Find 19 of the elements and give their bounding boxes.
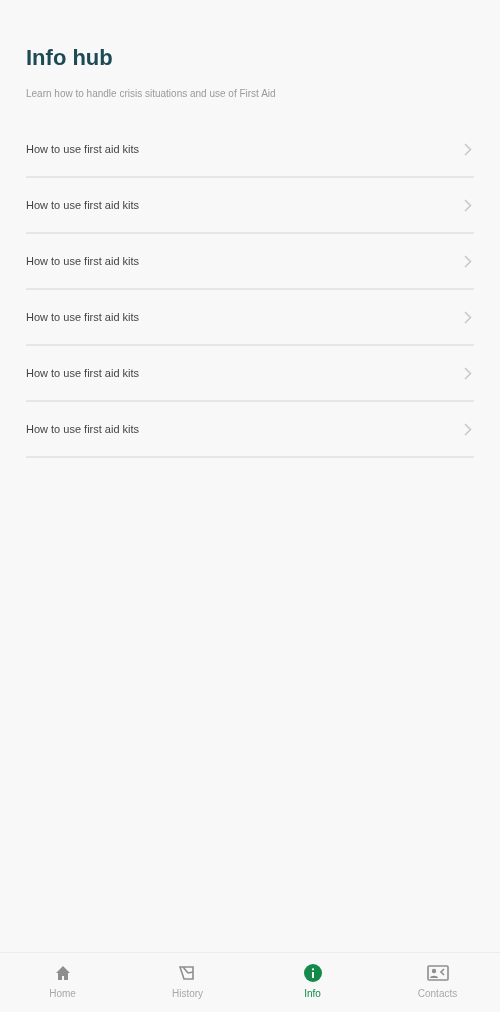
page-title: Info hub (26, 44, 114, 72)
list-item[interactable]: How to use first aid kits (26, 234, 474, 290)
nav-tab[interactable]: Info (250, 953, 375, 1012)
chevron-right-icon (464, 366, 472, 380)
list-item[interactable]: How to use first aid kits (26, 122, 474, 178)
list-item[interactable]: How to use first aid kits (26, 402, 474, 458)
ticket-icon (178, 965, 197, 981)
home-icon (54, 965, 71, 981)
page-subtitle: Learn how to handle crisis situations and use of First Aid (26, 87, 277, 101)
list-item[interactable]: How to use first aid kits (26, 178, 474, 234)
chevron-right-icon (464, 142, 472, 156)
chevron-right-icon (464, 310, 472, 324)
contact-card-icon (426, 965, 449, 981)
info-icon (303, 964, 322, 982)
list-item[interactable]: How to use first aid kits (26, 290, 474, 346)
chevron-right-icon (464, 254, 472, 268)
chevron-right-icon (464, 422, 472, 436)
list-item[interactable]: How to use first aid kits (26, 346, 474, 402)
chevron-right-icon (464, 198, 472, 212)
